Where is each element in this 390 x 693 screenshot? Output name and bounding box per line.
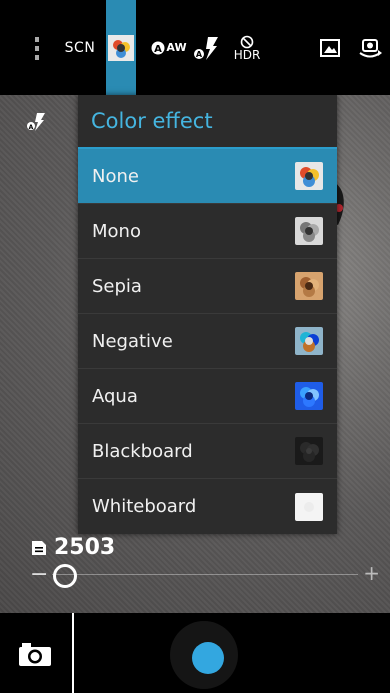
hdr-label: HDR <box>233 47 261 62</box>
aqua-thumbnail-icon <box>295 382 323 410</box>
white-balance-button[interactable]: A AW <box>148 0 190 95</box>
color-effect-icon <box>108 34 134 61</box>
switch-camera-icon <box>359 38 382 57</box>
color-effect-button[interactable] <box>106 0 136 95</box>
vertical-dots-icon[interactable] <box>22 0 52 95</box>
menu-item-label: Whiteboard <box>92 496 197 517</box>
blackboard-thumbnail-icon <box>295 437 323 465</box>
camera-settings-bar: SCN A AW A HDR <box>0 0 390 95</box>
menu-item-mono[interactable]: Mono <box>78 204 337 259</box>
zoom-in-icon[interactable]: + <box>363 561 380 585</box>
camera-control-bar <box>0 613 390 693</box>
storage-icon <box>32 540 46 555</box>
none-thumbnail-icon <box>295 162 323 190</box>
auto-flash-icon: A <box>194 36 218 60</box>
menu-item-label: Aqua <box>92 385 138 407</box>
svg-text:A: A <box>155 44 163 55</box>
hdr-off-icon <box>240 35 254 48</box>
camera-icon <box>19 643 51 666</box>
color-effect-title: Color effect <box>78 95 337 149</box>
camera-mode-button[interactable] <box>18 641 52 671</box>
hdr-button[interactable]: HDR <box>230 0 264 95</box>
sepia-thumbnail-icon <box>295 272 323 300</box>
menu-item-label: Negative <box>92 330 173 352</box>
flash-button[interactable]: A <box>192 0 220 95</box>
menu-item-label: None <box>92 165 139 187</box>
photo-count: 2503 <box>54 535 116 560</box>
menu-item-negative[interactable]: Negative <box>78 314 337 369</box>
menu-item-sepia[interactable]: Sepia <box>78 259 337 314</box>
auto-flash-indicator-icon: A <box>27 113 45 131</box>
zoom-handle[interactable] <box>53 564 77 588</box>
menu-item-none[interactable]: None <box>78 149 337 204</box>
color-effect-menu: Color effect None Mono Sepia Negative Aq… <box>78 95 337 534</box>
negative-thumbnail-icon <box>295 327 323 355</box>
shutter-button[interactable] <box>192 642 224 674</box>
menu-item-blackboard[interactable]: Blackboard <box>78 424 337 479</box>
menu-item-label: Sepia <box>92 275 142 297</box>
zoom-out-icon[interactable]: − <box>30 562 48 587</box>
whiteboard-thumbnail-icon <box>295 492 323 521</box>
mode-divider <box>72 613 74 693</box>
menu-item-whiteboard[interactable]: Whiteboard <box>78 479 337 534</box>
menu-item-label: Mono <box>92 220 141 242</box>
svg-text:A: A <box>29 124 34 131</box>
gallery-button[interactable] <box>318 0 342 95</box>
scene-mode-button[interactable]: SCN <box>60 0 100 95</box>
scene-mode-label: SCN <box>64 39 96 56</box>
switch-camera-button[interactable] <box>356 0 384 95</box>
menu-item-aqua[interactable]: Aqua <box>78 369 337 424</box>
mono-thumbnail-icon <box>295 217 323 245</box>
menu-item-label: Blackboard <box>92 440 193 462</box>
zoom-slider[interactable]: − + <box>30 561 380 588</box>
picture-icon <box>320 38 340 57</box>
photo-counter: 2503 <box>30 535 115 560</box>
white-balance-label: AW <box>166 41 187 54</box>
svg-text:A: A <box>196 50 203 59</box>
flash-mode-indicator: A <box>26 112 48 136</box>
white-balance-icon: A <box>151 41 165 55</box>
zoom-track[interactable] <box>52 574 358 575</box>
